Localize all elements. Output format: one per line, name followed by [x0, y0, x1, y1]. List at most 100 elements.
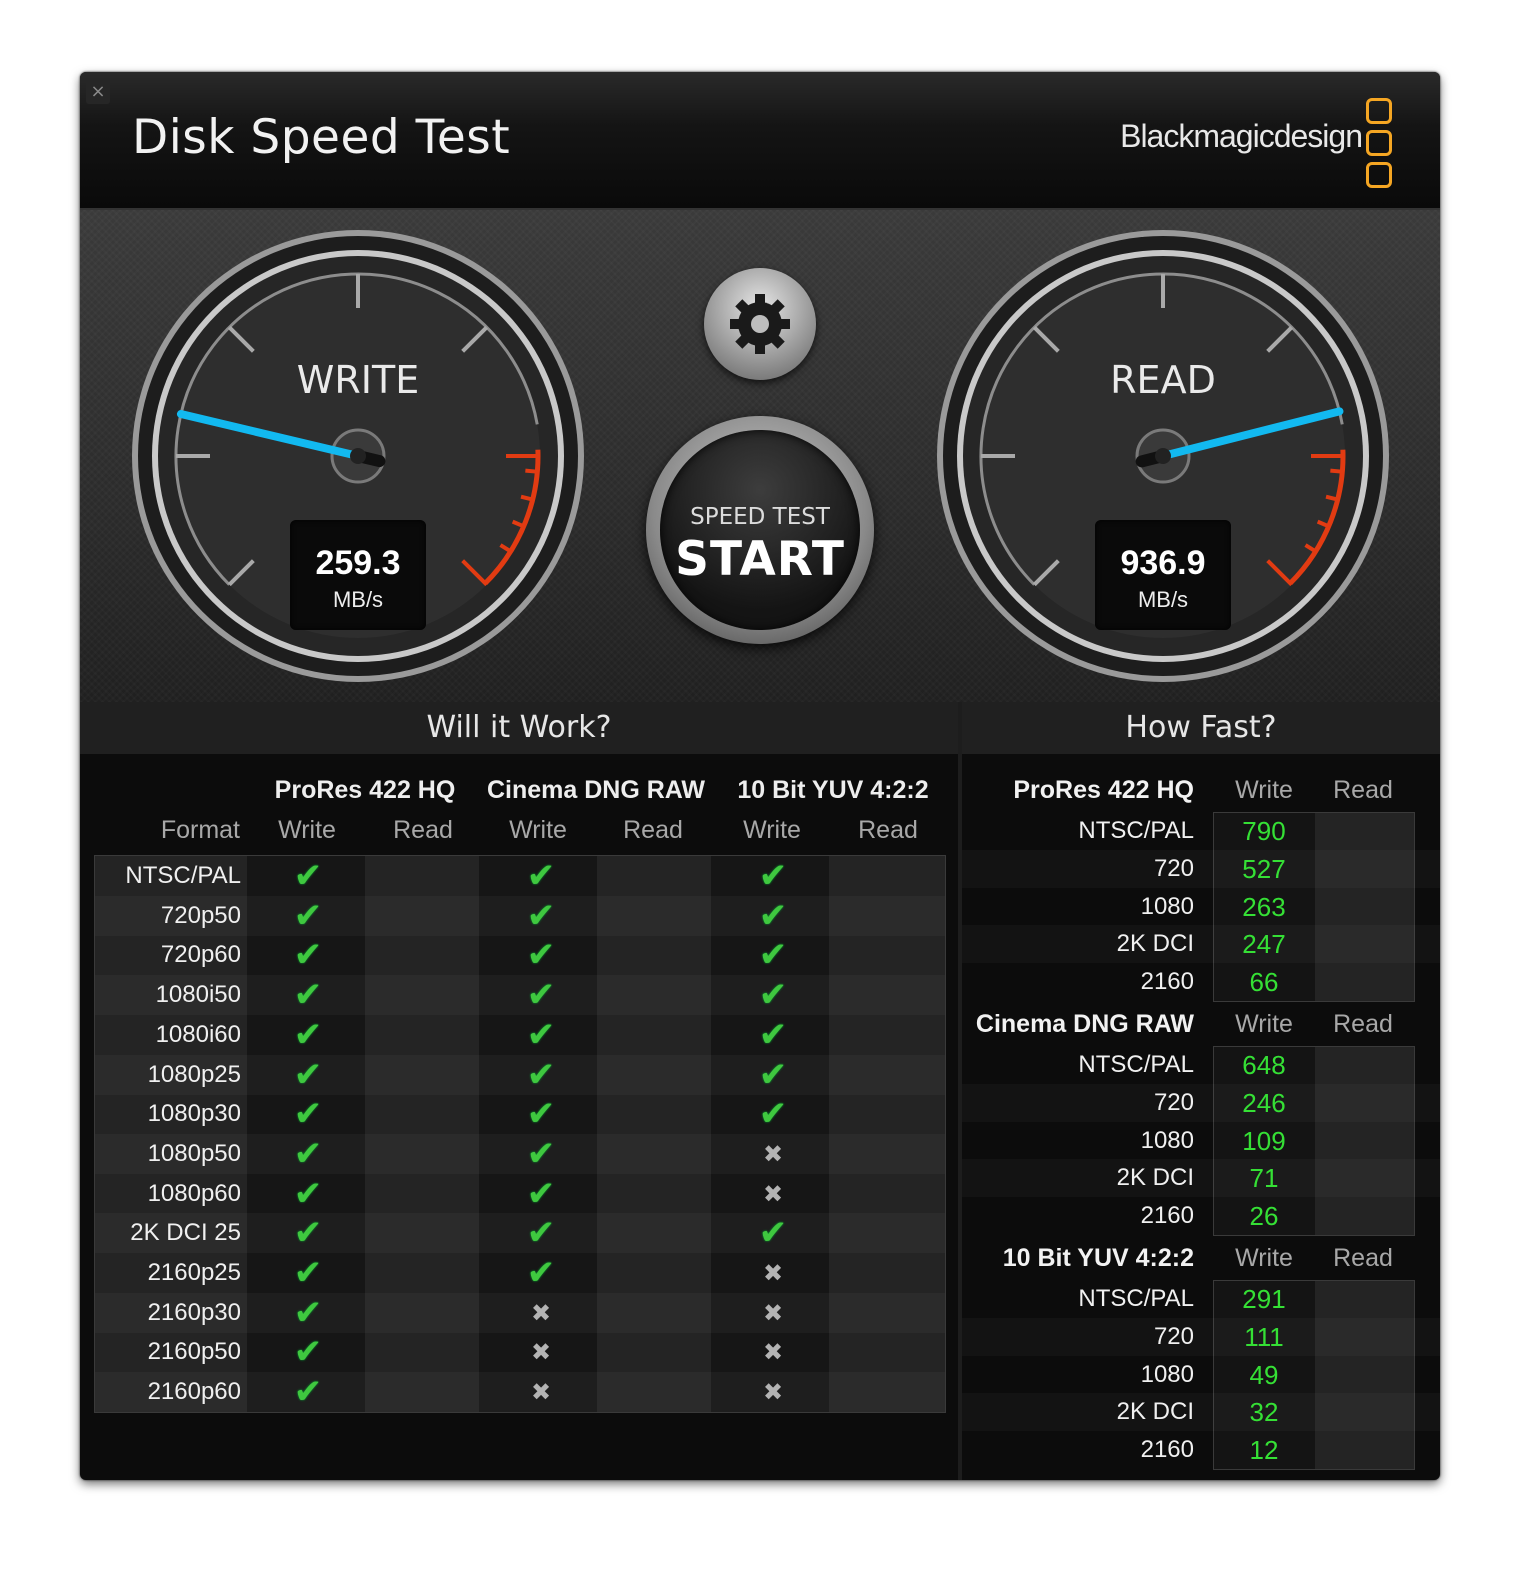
format-label: 1080p25	[147, 1060, 241, 1088]
table-row: 720p50 ✔ ✔ ✔	[95, 896, 945, 936]
cross-icon: ✖	[762, 1298, 784, 1327]
cross-icon: ✖	[530, 1298, 552, 1327]
how-fast-row: NTSC/PAL 291	[962, 1280, 1440, 1318]
how-fast-row: 720 527	[962, 850, 1440, 888]
checkmark-icon: ✔	[526, 1173, 556, 1214]
write-speed-value: 259.3	[315, 544, 401, 582]
close-icon[interactable]: ×	[86, 80, 110, 104]
read-readout: 936.9 MB/s	[1095, 520, 1231, 630]
how-fast-format-label: 720	[1153, 1088, 1194, 1116]
checkmark-icon: ✔	[293, 895, 323, 936]
checkmark-icon: ✔	[758, 1054, 788, 1095]
title-bar: × Disk Speed Test Blackmagicdesign	[80, 72, 1440, 210]
read-gauge: READ 936.9 MB/s	[933, 226, 1393, 686]
format-label: 2160p50	[147, 1338, 241, 1366]
how-fast-format-label: NTSC/PAL	[1078, 1285, 1194, 1312]
checkmark-icon: ✔	[526, 1014, 556, 1055]
format-label: 2160p60	[147, 1378, 241, 1406]
how-fast-row: 720 246	[962, 1084, 1440, 1122]
write-speed-unit: MB/s	[332, 587, 384, 612]
how-fast-format-label: 2K DCI	[1116, 1398, 1194, 1426]
format-label: 720p50	[160, 901, 241, 929]
how-fast-group-title: 10 Bit YUV 4:2:2	[1002, 1244, 1194, 1272]
how-fast-write-value: 32	[1249, 1397, 1279, 1428]
checkmark-icon: ✔	[758, 895, 788, 936]
settings-button[interactable]	[704, 268, 816, 380]
write-readout: 259.3 MB/s	[290, 520, 426, 630]
how-fast-write-value: 12	[1249, 1435, 1279, 1466]
group-header-cinema-dng: Cinema DNG RAW	[486, 776, 706, 804]
checkmark-icon: ✔	[526, 975, 556, 1016]
how-fast-row: 720 111	[962, 1318, 1440, 1356]
cross-icon: ✖	[762, 1338, 784, 1367]
read-column-header: Read	[1333, 1010, 1393, 1038]
checkmark-icon: ✔	[293, 856, 323, 896]
checkmark-icon: ✔	[526, 1094, 556, 1135]
checkmark-icon: ✔	[526, 1253, 556, 1293]
checkmark-icon: ✔	[293, 1173, 323, 1214]
how-fast-write-value: 648	[1242, 1050, 1286, 1080]
start-button-label: START	[675, 532, 845, 587]
table-row: NTSC/PAL ✔ ✔ ✔	[95, 856, 945, 896]
table-row: 2K DCI 25 ✔ ✔ ✔	[95, 1213, 945, 1253]
group-header-prores: ProRes 422 HQ	[274, 776, 456, 804]
checkmark-icon: ✔	[526, 1133, 556, 1174]
format-label: 1080i60	[155, 1020, 241, 1048]
format-column-header: Format	[160, 816, 240, 844]
subheader-prores-write: Write	[278, 816, 336, 844]
how-fast-format-label: 1080	[1140, 892, 1194, 920]
checkmark-icon: ✔	[758, 856, 788, 896]
how-fast-row: 1080 49	[962, 1356, 1440, 1394]
how-fast-format-label: 2160	[1140, 1436, 1194, 1464]
read-speed-unit: MB/s	[1137, 587, 1189, 612]
how-fast-write-value: 247	[1242, 929, 1286, 960]
table-row: 1080p50 ✔ ✔ ✖	[95, 1134, 945, 1174]
how-fast-write-value: 246	[1242, 1087, 1286, 1118]
checkmark-icon: ✔	[758, 1213, 788, 1254]
table-row: 2160p30 ✔ ✖ ✖	[95, 1293, 945, 1333]
gear-icon	[730, 294, 790, 354]
format-label: 1080i50	[155, 981, 241, 1009]
subheader-dng-write: Write	[509, 816, 567, 844]
app-title: Disk Speed Test	[132, 110, 511, 165]
read-column-header: Read	[1333, 776, 1393, 804]
how-fast-row: NTSC/PAL 790	[962, 812, 1440, 850]
table-row: 2160p60 ✔ ✖ ✖	[95, 1372, 945, 1412]
how-fast-row: 2K DCI 32	[962, 1393, 1440, 1431]
start-button-face: SPEED TEST START	[660, 430, 860, 630]
how-fast-write-value: 71	[1249, 1163, 1279, 1194]
how-fast-row: 2160 26	[962, 1197, 1440, 1235]
cross-icon: ✖	[762, 1378, 784, 1407]
how-fast-format-label: 2K DCI	[1116, 1164, 1194, 1192]
cross-icon: ✖	[762, 1259, 784, 1287]
checkmark-icon: ✔	[526, 1213, 556, 1254]
how-fast-row: 2K DCI 71	[962, 1159, 1440, 1197]
checkmark-icon: ✔	[526, 935, 556, 976]
speed-test-start-button[interactable]: SPEED TEST START	[646, 416, 874, 644]
cross-icon: ✖	[762, 1179, 784, 1208]
how-fast-format-label: 1080	[1140, 1126, 1194, 1154]
table-row: 1080p30 ✔ ✔ ✔	[95, 1094, 945, 1134]
table-row: 1080p25 ✔ ✔ ✔	[95, 1055, 945, 1095]
how-fast-write-value: 263	[1242, 891, 1286, 922]
how-fast-header: How Fast?	[962, 702, 1440, 754]
how-fast-format-label: 720	[1153, 1322, 1194, 1350]
write-column-header: Write	[1235, 776, 1293, 804]
how-fast-format-label: 1080	[1140, 1360, 1194, 1388]
checkmark-icon: ✔	[758, 935, 788, 976]
format-label: 1080p50	[147, 1139, 241, 1167]
format-label: 1080p60	[147, 1179, 241, 1207]
format-label: NTSC/PAL	[125, 862, 241, 889]
format-label: 2160p30	[147, 1298, 241, 1326]
checkmark-icon: ✔	[758, 1014, 788, 1055]
how-fast-format-label: NTSC/PAL	[1078, 1051, 1194, 1078]
table-row: 2160p25 ✔ ✔ ✖	[95, 1253, 945, 1293]
checkmark-icon: ✔	[293, 1213, 323, 1254]
cross-icon: ✖	[530, 1378, 552, 1407]
how-fast-group-title: ProRes 422 HQ	[1013, 776, 1194, 804]
checkmark-icon: ✔	[293, 1094, 323, 1135]
will-it-work-table: NTSC/PAL ✔ ✔ ✔ 720p50 ✔ ✔ ✔ 720p60 ✔ ✔ ✔ 1080i50 ✔ ✔ ✔ 1…	[94, 855, 946, 1413]
how-fast-panel: ProRes 422 HQ Write Read NTSC/PAL 790 720 527 1…	[962, 754, 1440, 1480]
how-fast-format-label: 2K DCI	[1116, 930, 1194, 958]
how-fast-write-value: 291	[1242, 1284, 1286, 1314]
